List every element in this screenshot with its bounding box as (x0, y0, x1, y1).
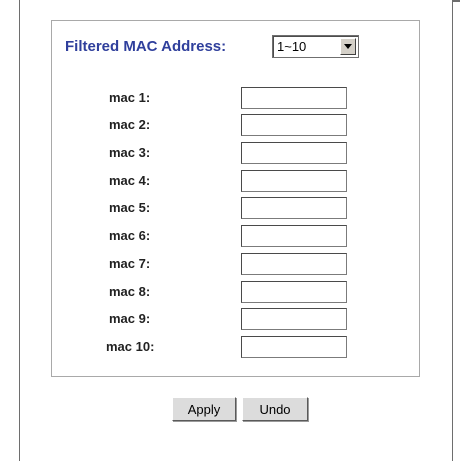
undo-button[interactable]: Undo (242, 397, 308, 421)
mac-3-input[interactable] (241, 142, 347, 164)
mac-range-select[interactable]: 1~10 (272, 35, 359, 58)
mac-7-input[interactable] (241, 253, 347, 275)
apply-button[interactable]: Apply (172, 397, 236, 421)
mac-10-input[interactable] (241, 336, 347, 358)
mac-5-input[interactable] (241, 197, 347, 219)
mac-6-input[interactable] (241, 225, 347, 247)
mac-2-label: mac 2: (109, 117, 151, 132)
mac-8-label: mac 8: (109, 284, 151, 299)
mac-6-label: mac 6: (109, 228, 151, 243)
mac-3-label: mac 3: (109, 145, 151, 160)
mac-9-label: mac 9: (109, 311, 151, 326)
frame-edge (452, 0, 460, 2)
mac-1-input[interactable] (241, 87, 347, 109)
mac-8-input[interactable] (241, 281, 347, 303)
dropdown-button[interactable] (340, 38, 356, 55)
mac-4-label: mac 4: (109, 173, 151, 188)
mac-7-label: mac 7: (109, 256, 151, 271)
mac-10-label: mac 10: (106, 339, 155, 354)
mac-2-input[interactable] (241, 114, 347, 136)
mac-1-label: mac 1: (109, 90, 151, 105)
mac-9-input[interactable] (241, 308, 347, 330)
mac-filter-panel (51, 20, 420, 377)
filtered-mac-label: Filtered MAC Address: (65, 38, 227, 55)
mac-4-input[interactable] (241, 170, 347, 192)
chevron-down-icon (344, 44, 352, 49)
mac-5-label: mac 5: (109, 200, 151, 215)
mac-range-select-value: 1~10 (277, 39, 307, 54)
